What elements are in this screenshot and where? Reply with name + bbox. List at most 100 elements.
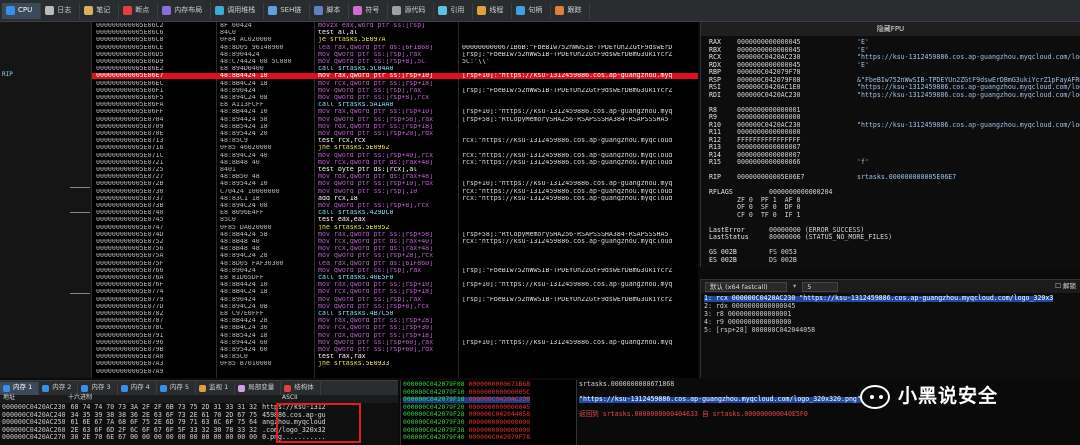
- register-row[interactable]: RAX 0000000000000045 'E': [709, 39, 869, 46]
- disasm-row[interactable]: 000000000005E0737 48:83C1 18 add rcx,18 rcx…: [92, 196, 698, 202]
- register-row[interactable]: ES 002B DS 002B: [709, 256, 929, 264]
- tab-7[interactable]: 脚本: [310, 2, 350, 19]
- register-row[interactable]: R15 0000000000000066 'f': [709, 159, 869, 166]
- disasm-row[interactable]: 000000000005E0791 48:8B5424 18 mov rdx,qwo…: [92, 333, 698, 339]
- disasm-row[interactable]: 000000000005E06C6 84C0 test al,al: [92, 30, 698, 36]
- register-row[interactable]: [709, 220, 857, 226]
- disasm-row[interactable]: 000000000005E0756 48:8B48 48 mov rcx,qword…: [92, 246, 698, 252]
- disasm-row[interactable]: 000000000005E079B 48:895424 60 mov qword p…: [92, 347, 698, 353]
- disasm-row[interactable]: 000000000005E07A0 48:85C0 test rax,rax: [92, 354, 698, 360]
- disasm-row[interactable]: 000000000005E06C8 0F84 AC020000 je srtasks…: [92, 37, 698, 43]
- disasm-row[interactable]: 000000000005E0747 0F85 DA020000 jne srtask…: [92, 225, 698, 231]
- disasm-row[interactable]: 000000000005E06E7 48:8B4424 10 mov rax,qwo…: [92, 73, 698, 80]
- disasm-row[interactable]: 000000000005E06F1 48:890424 mov qword ptr …: [92, 88, 698, 94]
- disasm-row[interactable]: 000000000005E0740 E8 8096E4FF call srtasks…: [92, 210, 698, 216]
- call-arg-row[interactable]: 5: [rsp+28] 000000C042044058: [704, 327, 815, 334]
- registers-panel[interactable]: 隐藏FPU RAX 0000000000000045 'E' RBX 000000000…: [700, 22, 1080, 267]
- disasm-row[interactable]: 000000000005E06CE 48:8D05 96140900 lea rax…: [92, 45, 698, 51]
- disasm-row[interactable]: 000000000005E0713 48:85C9 test rcx,rcx rcx:…: [92, 138, 698, 144]
- disasm-row[interactable]: 000000000005E06FA E8 A113FCFF call srtasks…: [92, 102, 698, 108]
- calling-convention-select[interactable]: 默认 (x64 fastcall): [705, 281, 787, 292]
- register-row[interactable]: R13 0000000000000007: [709, 144, 857, 151]
- register-row[interactable]: RCX 000000C0420AC230 "https://ksu-13124598…: [709, 54, 1080, 61]
- disasm-row[interactable]: 000000000005E077D 48:894C24 08 mov qword p…: [92, 304, 698, 310]
- bottom-tab-5[interactable]: 监视 1: [196, 381, 236, 395]
- tab-4[interactable]: 内存布局: [158, 2, 212, 19]
- disasm-row[interactable]: 000000000005E0752 48:8B48 40 mov rcx,qword…: [92, 239, 698, 245]
- disasm-row[interactable]: 000000000005E071C 48:894C24 40 mov qword p…: [92, 153, 698, 159]
- disasm-row[interactable]: 000000000005E0774 48:8B4C24 18 mov rcx,qwo…: [92, 289, 698, 295]
- call-arg-row[interactable]: 2: rdx 0000000000000045: [704, 303, 795, 310]
- tab-9[interactable]: 源代码: [388, 2, 435, 19]
- call-arg-row[interactable]: 1: rcx 000000C0420AC230 "https://ksu-131…: [704, 295, 1054, 302]
- register-row[interactable]: R9 0000000000000000: [709, 114, 857, 121]
- disassembly-view[interactable]: 000000000005E06C2 8F 60424 movzx eax,word …: [92, 22, 698, 378]
- register-row[interactable]: [709, 100, 857, 106]
- disasm-row[interactable]: 000000000005E076A E8 81D65DFF call srtasks…: [92, 275, 698, 281]
- disasm-row[interactable]: 000000000005E074D 48:8B4424 58 mov rax,qwo…: [92, 232, 698, 238]
- tab-3[interactable]: 断点: [119, 2, 159, 19]
- disasm-row[interactable]: 000000000005E07A9: [92, 369, 698, 375]
- stack-view[interactable]: 000000C042079F08 0000000000671B6B 000000C0…: [400, 380, 576, 445]
- stack-comment-row[interactable]: srtasks.0000000000671868: [579, 381, 674, 388]
- tab-5[interactable]: 调用堆栈: [211, 2, 265, 19]
- tab-12[interactable]: 句柄: [512, 2, 552, 19]
- register-row[interactable]: R11 0000000000000000: [709, 129, 857, 136]
- tab-11[interactable]: 线程: [473, 2, 513, 19]
- register-row[interactable]: OF 0 SF 0 DF 0: [709, 204, 857, 211]
- arg-count-spinner[interactable]: 5: [802, 281, 839, 292]
- disasm-row[interactable]: 000000000005E0716 0F85 46020000 jne srtask…: [92, 145, 698, 151]
- stack-row[interactable]: 000000C042079F40 000000C042079F78: [403, 434, 530, 441]
- tab-0[interactable]: CPU: [2, 2, 42, 19]
- register-row[interactable]: RIP 000000000005E06E7 srtasks.000000000005…: [709, 174, 956, 181]
- disasm-row[interactable]: 000000000005E070E 48:895424 20 mov qword p…: [92, 131, 698, 137]
- disasm-row[interactable]: 000000000005E072B 48:895424 10 mov qword p…: [92, 181, 698, 187]
- disasm-row[interactable]: 000000000005E0727 48:8B50 48 mov rdx,qword…: [92, 174, 698, 180]
- disasm-row[interactable]: 000000000005E0779 48:890424 mov qword ptr …: [92, 297, 698, 303]
- disasm-row[interactable]: 000000000005E0721 48:8B48 40 mov rcx,qword…: [92, 160, 698, 166]
- disasm-row[interactable]: 000000000005E0725 8401 test byte ptr ds:[r…: [92, 167, 698, 173]
- tab-10[interactable]: 引用: [434, 2, 474, 19]
- call-arg-row[interactable]: 4: r9 0000000000000000: [704, 319, 791, 326]
- bottom-tab-7[interactable]: 结构体: [281, 381, 321, 395]
- stack-comment-row[interactable]: 返回到 srtasks.0000000000404633 自 srtasks.0…: [579, 411, 808, 418]
- disasm-row[interactable]: 000000000005E0730 C70424 10000000 mov dwor…: [92, 189, 698, 195]
- bottom-tab-4[interactable]: 内存 5: [157, 381, 197, 395]
- register-row[interactable]: GS 002B FS 0053: [709, 249, 929, 256]
- unlock-checkbox[interactable]: ☐ 解锁: [1055, 282, 1076, 290]
- disasm-row[interactable]: 000000000005E06C2 8F 60424 movzx eax,word …: [92, 23, 698, 29]
- disasm-row[interactable]: 000000000005E06F5 48:894C24 08 mov qword p…: [92, 95, 698, 101]
- disasm-row[interactable]: 000000000005E0704 48:894424 58 mov qword p…: [92, 117, 698, 123]
- call-arg-row[interactable]: 3: r8 0000000000000001: [704, 311, 791, 318]
- bottom-tab-0[interactable]: 内存 1: [0, 381, 40, 395]
- disasm-row[interactable]: 000000000005E06EC 48:8B4C24 18 mov rcx,qwo…: [92, 81, 698, 87]
- hide-fpu-button[interactable]: 隐藏FPU: [701, 22, 1080, 36]
- bottom-tab-1[interactable]: 内存 2: [39, 381, 79, 395]
- register-row[interactable]: RDI 000000C0420AC230 "https://ksu-13124598…: [709, 91, 1080, 99]
- disasm-row[interactable]: 000000000005E0787 48:8B4424 28 mov rax,qwo…: [92, 318, 698, 324]
- tab-2[interactable]: 笔记: [80, 2, 120, 19]
- disasm-row[interactable]: 000000000005E06E2 E8 894D0400 call srtasks…: [92, 66, 698, 72]
- disasm-row[interactable]: 000000000005E075F 48:8D05 FAF30300 lea rax…: [92, 261, 698, 267]
- register-row[interactable]: LastStatus 80000006 (STATUS_NO_MORE_FILES…: [709, 234, 929, 241]
- register-row[interactable]: CF 0 TF 0 IF 1: [709, 211, 857, 219]
- disasm-row[interactable]: 000000000005E0709 48:8B5424 18 mov rdx,qwo…: [92, 124, 698, 130]
- disasm-row[interactable]: 000000000005E07A3 0F85 B7010000 jne srtask…: [92, 361, 698, 367]
- tab-6[interactable]: SEH链: [264, 2, 311, 19]
- disasm-row[interactable]: 000000000005E075A 48:894C24 28 mov qword p…: [92, 253, 698, 259]
- bottom-tab-6[interactable]: 局部变量: [235, 381, 282, 395]
- disasm-row[interactable]: 000000000005E0766 48:890424 mov qword ptr …: [92, 268, 698, 274]
- disasm-row[interactable]: 000000000005E06D5 48:8904424 mov qword ptr…: [92, 52, 698, 58]
- register-row[interactable]: RFLAGS 0000000000000204: [709, 189, 929, 196]
- disasm-row[interactable]: 000000000005E0782 E8 C97E0FFF call srtasks…: [92, 311, 698, 317]
- disasm-row[interactable]: 000000000005E06D9 48:C74424 08 5C000 mov q…: [92, 59, 698, 65]
- disasm-row[interactable]: 000000000005E06FF 48:8B4424 10 mov rax,qwo…: [92, 109, 698, 115]
- stack-comment-row[interactable]: "https://ksu-1312459886.cos.ap-guangzhou…: [579, 396, 861, 403]
- disasm-row[interactable]: 000000000005E073B 48:894C24 08 mov qword p…: [92, 203, 698, 209]
- tab-13[interactable]: 跟踪: [551, 2, 591, 19]
- disasm-row[interactable]: 000000000005E076F 48:8B4424 10 mov rax,qwo…: [92, 282, 698, 288]
- register-row[interactable]: RBP 000000C042079F78: [709, 69, 857, 76]
- tab-8[interactable]: 符号: [349, 2, 389, 19]
- disasm-row[interactable]: 000000000005E078C 48:8B4C24 30 mov rcx,qwo…: [92, 325, 698, 331]
- bottom-tab-2[interactable]: 内存 3: [78, 381, 118, 395]
